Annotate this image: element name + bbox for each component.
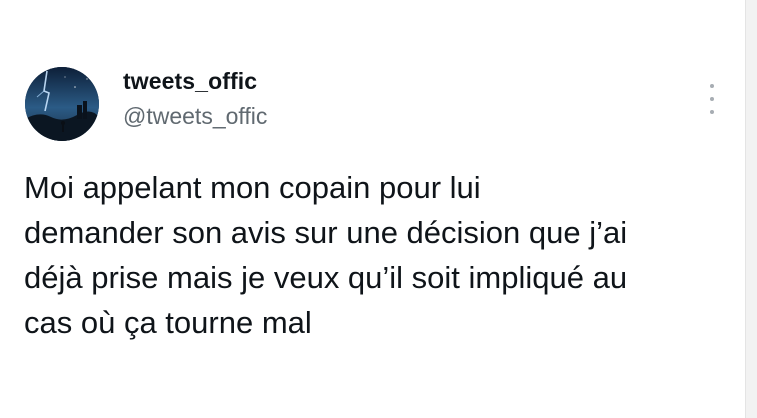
tweet-card[interactable]: tweets_offic @tweets_offic Moi appelant … xyxy=(0,0,745,418)
tweet-text-line: demander son avis sur une décision que j… xyxy=(24,215,628,250)
author-display-name[interactable]: tweets_offic xyxy=(123,68,257,95)
tweet-text-line: Moi appelant mon copain pour lui xyxy=(24,170,481,205)
avatar[interactable] xyxy=(25,67,99,141)
avatar-image xyxy=(25,67,99,141)
page: tweets_offic @tweets_offic Moi appelant … xyxy=(0,0,757,418)
more-dot xyxy=(710,97,714,101)
tweet-text-line: cas où ça tourne mal xyxy=(24,305,312,340)
more-vertical-icon[interactable] xyxy=(702,84,722,114)
scrollbar-track[interactable] xyxy=(745,0,757,418)
tweet-text: Moi appelant mon copain pour lui demande… xyxy=(24,165,714,345)
author-handle[interactable]: @tweets_offic xyxy=(123,103,267,130)
tweet-text-line: déjà prise mais je veux qu’il soit impli… xyxy=(24,260,628,295)
more-dot xyxy=(710,110,714,114)
more-dot xyxy=(710,84,714,88)
